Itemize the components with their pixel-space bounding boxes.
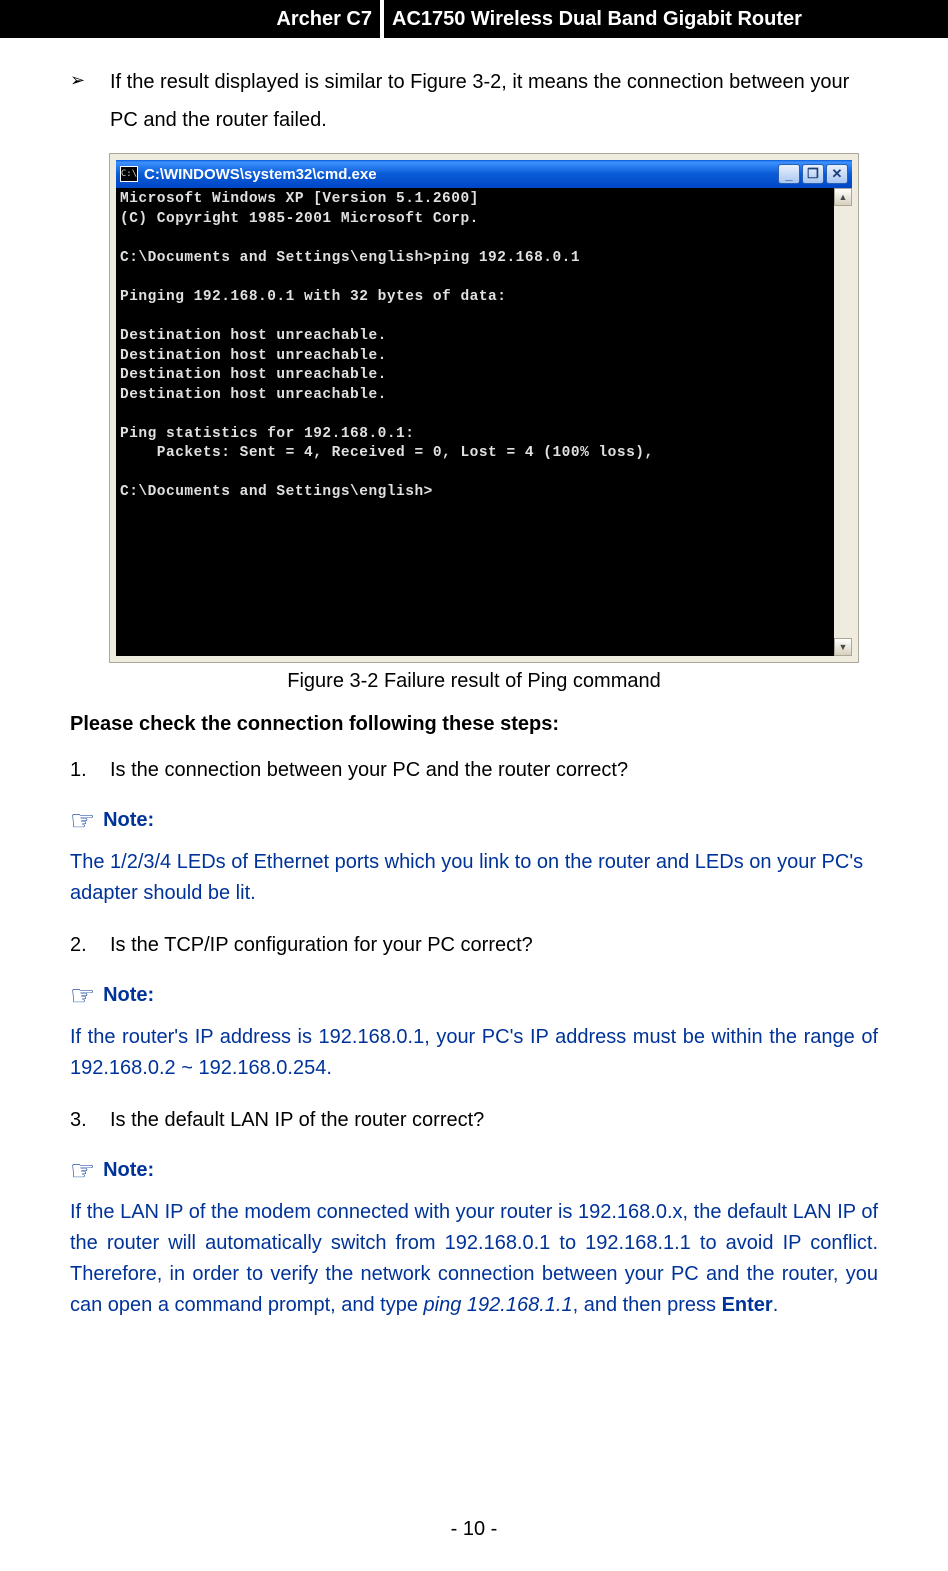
note-3-body: If the LAN IP of the modem connected wit… (70, 1197, 878, 1321)
note-1-heading: ☞ Note: (70, 804, 878, 837)
step-2: 2. Is the TCP/IP configuration for your … (70, 929, 878, 961)
scroll-track[interactable] (834, 206, 852, 638)
header-product: AC1750 Wireless Dual Band Gigabit Router (384, 0, 948, 38)
restore-button[interactable]: ❐ (802, 164, 824, 184)
cmd-title: C:\WINDOWS\system32\cmd.exe (144, 166, 776, 183)
cmd-app-icon: C:\ (120, 166, 138, 182)
note-2-body: If the router's IP address is 192.168.0.… (70, 1022, 878, 1084)
page-header: Archer C7 AC1750 Wireless Dual Band Giga… (0, 0, 948, 38)
pointing-hand-icon: ☞ (70, 979, 95, 1012)
scroll-up-icon[interactable]: ▲ (834, 188, 852, 206)
cmd-window: C:\ C:\WINDOWS\system32\cmd.exe _ ❐ ✕ Mi… (110, 154, 858, 662)
note-1-body: The 1/2/3/4 LEDs of Ethernet ports which… (70, 847, 878, 909)
header-model: Archer C7 (0, 0, 380, 38)
step-3: 3. Is the default LAN IP of the router c… (70, 1104, 878, 1136)
pointing-hand-icon: ☞ (70, 1154, 95, 1187)
scrollbar[interactable]: ▲ ▼ (834, 188, 852, 656)
close-button[interactable]: ✕ (826, 164, 848, 184)
intro-bullet: ➢ If the result displayed is similar to … (70, 63, 878, 139)
step-1: 1. Is the connection between your PC and… (70, 754, 878, 786)
scroll-down-icon[interactable]: ▼ (834, 638, 852, 656)
cmd-titlebar: C:\ C:\WINDOWS\system32\cmd.exe _ ❐ ✕ (116, 160, 852, 188)
minimize-button[interactable]: _ (778, 164, 800, 184)
check-heading: Please check the connection following th… (70, 713, 878, 736)
figure-caption: Figure 3-2 Failure result of Ping comman… (70, 670, 878, 693)
note-2-heading: ☞ Note: (70, 979, 878, 1012)
pointing-hand-icon: ☞ (70, 804, 95, 837)
note-3-heading: ☞ Note: (70, 1154, 878, 1187)
page-number: - 10 - (0, 1518, 948, 1541)
bullet-arrow-icon: ➢ (70, 63, 110, 139)
cmd-output: Microsoft Windows XP [Version 5.1.2600] … (116, 188, 834, 656)
